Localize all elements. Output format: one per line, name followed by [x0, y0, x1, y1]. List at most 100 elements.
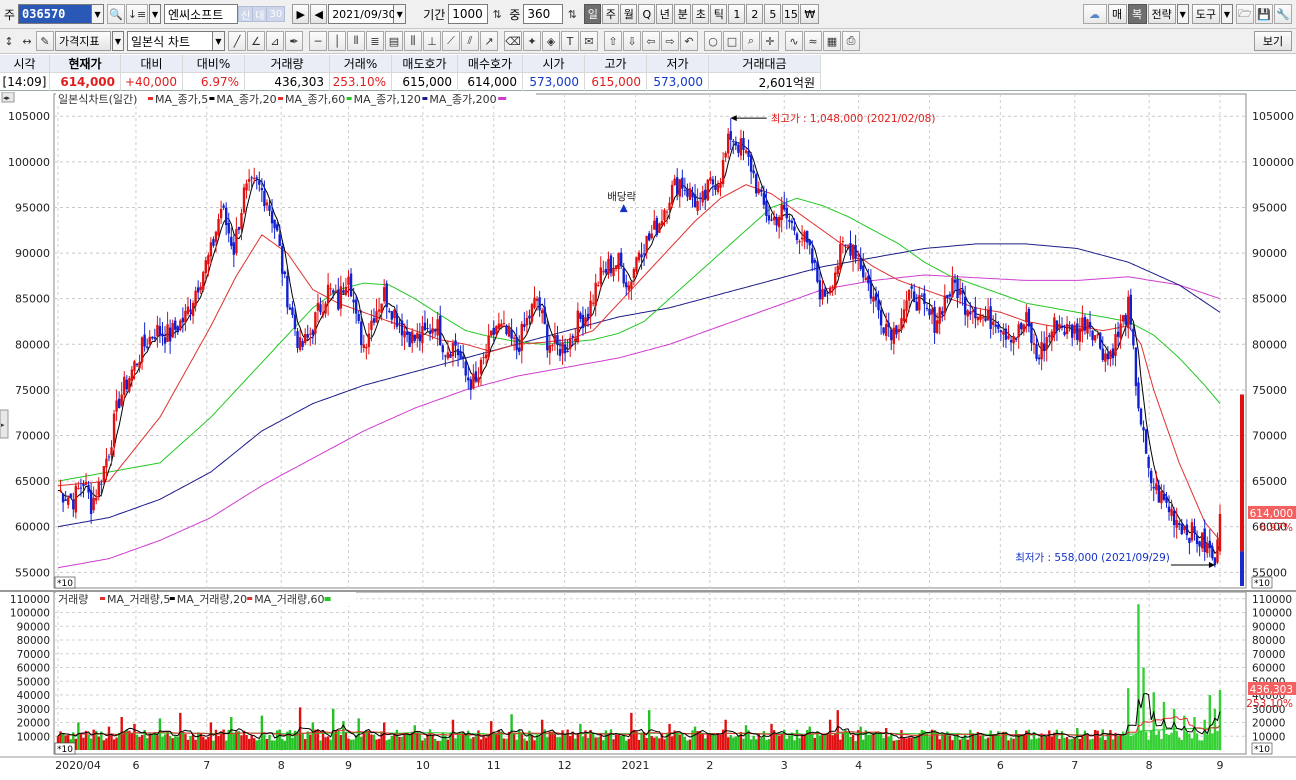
high-label: 고가 — [585, 55, 647, 73]
volume-bar — [966, 739, 969, 750]
sort-icon[interactable]: ↓≡ — [126, 4, 149, 24]
pct-tag: 6.97% — [1260, 522, 1293, 534]
fan-tool-icon[interactable]: ⊿ — [266, 31, 284, 51]
stock-code-dropdown[interactable]: ▼ — [92, 4, 105, 24]
stock-code-input[interactable]: 036570 — [18, 4, 93, 24]
volume-bar — [999, 736, 1003, 750]
prev-play-button[interactable]: ◀ — [310, 4, 328, 24]
volume-bar — [1030, 739, 1033, 750]
volume-bar — [767, 739, 771, 750]
leftright-arrow-icon[interactable]: ↔ — [18, 31, 36, 51]
search-icon[interactable]: 🔍 — [107, 4, 126, 24]
date-dropdown[interactable]: ▼ — [394, 4, 407, 24]
gann-tool-icon[interactable]: ⊥ — [423, 31, 441, 51]
trend-tool-icon[interactable]: ⟋ — [442, 31, 460, 51]
up-icon[interactable]: ⇧ — [604, 31, 622, 51]
tools-button[interactable]: 도구 — [1191, 4, 1220, 24]
tools-dropdown[interactable]: ▼ — [1221, 4, 1233, 24]
period-stepper-icon[interactable]: ⇅ — [488, 4, 506, 24]
candle-body — [1170, 508, 1173, 516]
stock-name-field[interactable]: 엔씨소프트 — [164, 4, 239, 24]
period-button-2[interactable]: 월 — [620, 4, 638, 24]
period-button-1[interactable]: 주 — [602, 4, 620, 24]
period-button-9[interactable]: 2 — [746, 4, 764, 24]
back-icon[interactable]: ⇦ — [642, 31, 660, 51]
candle-body — [1053, 317, 1056, 336]
chart-icon[interactable]: ▦ — [823, 31, 841, 51]
view-button[interactable]: 보기 — [1254, 31, 1292, 51]
period-button-10[interactable]: 5 — [764, 4, 782, 24]
chart-area[interactable]: 105000 100000 95000 90000 85000 80000 75000 700… — [0, 91, 1296, 777]
date-input[interactable]: 2021/09/30 — [328, 4, 396, 24]
period-button-0[interactable]: 일 — [584, 4, 602, 24]
forward-icon[interactable]: ⇨ — [661, 31, 679, 51]
period-button-8[interactable]: 1 — [728, 4, 746, 24]
hline-tool-icon[interactable]: ─ — [309, 31, 327, 51]
count-input[interactable]: 360 — [523, 4, 564, 24]
volume-bar — [1183, 715, 1186, 750]
zoom-icon[interactable]: ⌕ — [742, 31, 760, 51]
line-tool-icon[interactable]: ╱ — [228, 31, 246, 51]
print-icon[interactable]: ⎙ — [842, 31, 860, 51]
arrow-tool-icon[interactable]: ↗ — [480, 31, 498, 51]
chart-type-dropdown[interactable]: ▼ — [112, 31, 124, 51]
candle-type-select[interactable]: 일본식 차트 — [127, 31, 213, 51]
rect-tool-icon[interactable]: □ — [723, 31, 741, 51]
chart-type-select[interactable]: 가격지표 — [55, 31, 111, 51]
cycle-tool-icon[interactable]: ⫼ — [404, 31, 422, 51]
angle-tool-icon[interactable]: ∠ — [247, 31, 265, 51]
volume-bar — [263, 734, 266, 750]
next-play-button[interactable]: ▶ — [292, 4, 310, 24]
candle-body — [1165, 496, 1168, 503]
period-button-3[interactable]: Q — [638, 4, 656, 24]
copy-button[interactable]: 복 — [1127, 4, 1147, 24]
period-button-6[interactable]: 초 — [692, 4, 710, 24]
high-annotation: 최고가 : 1,048,000 (2021/02/08) — [771, 113, 936, 125]
down-icon[interactable]: ⇩ — [623, 31, 641, 51]
fill-tool-icon[interactable]: ◈ — [542, 31, 560, 51]
circle-tool-icon[interactable]: ○ — [704, 31, 722, 51]
volume-bar — [166, 731, 169, 750]
save-icon[interactable]: 💾 — [1255, 4, 1273, 24]
volume-bar — [910, 737, 913, 750]
undo-icon[interactable]: ↶ — [680, 31, 698, 51]
candle-type-dropdown[interactable]: ▼ — [213, 31, 225, 51]
settings-icon[interactable]: 🔧 — [1274, 4, 1292, 24]
magic-tool-icon[interactable]: ✦ — [523, 31, 541, 51]
wave2-tool-icon[interactable]: ≈ — [804, 31, 822, 51]
period-button-7[interactable]: 틱 — [710, 4, 728, 24]
price-volume-chart[interactable]: 105000 100000 95000 90000 85000 80000 75000 700… — [0, 91, 1296, 777]
grid-tool-icon[interactable]: ▤ — [385, 31, 403, 51]
eraser-tool-icon[interactable]: ⌫ — [504, 31, 522, 51]
buy-button[interactable]: 매 — [1107, 4, 1127, 24]
cloud-icon[interactable]: ☁ — [1082, 4, 1107, 24]
strategy-dropdown[interactable]: ▼ — [1176, 4, 1189, 24]
vline-tool-icon[interactable]: │ — [328, 31, 346, 51]
edit-icon[interactable]: ✎ — [36, 31, 54, 51]
volume-bar — [724, 719, 727, 750]
candle-body — [576, 310, 580, 343]
strategy-button[interactable]: 전략 — [1147, 4, 1176, 24]
candle-body — [1175, 519, 1178, 528]
updown-arrow-icon[interactable]: ↕ — [0, 31, 18, 51]
period-button-11[interactable]: 15 — [782, 4, 800, 24]
period-button-12[interactable]: ₩ — [800, 4, 820, 24]
volume-bar — [181, 731, 185, 750]
note-tool-icon[interactable]: ✉ — [580, 31, 598, 51]
candle-body — [986, 309, 990, 321]
volume-bar — [1213, 708, 1217, 750]
pen-tool-icon[interactable]: ✒ — [285, 31, 303, 51]
parallel-tool-icon[interactable]: ⫽ — [461, 31, 479, 51]
folder-icon[interactable]: 🗁 — [1236, 4, 1254, 24]
volume-bar — [716, 733, 720, 750]
sort-dropdown[interactable]: ▼ — [149, 4, 162, 24]
wave-tool-icon[interactable]: ∿ — [785, 31, 803, 51]
period-input[interactable]: 1000 — [448, 4, 489, 24]
period-button-5[interactable]: 분 — [674, 4, 692, 24]
channel-tool-icon[interactable]: ⫴ — [347, 31, 365, 51]
fibo-tool-icon[interactable]: ≣ — [366, 31, 384, 51]
text-tool-icon[interactable]: T — [561, 31, 579, 51]
crosshair-icon[interactable]: ✛ — [761, 31, 779, 51]
period-button-4[interactable]: 년 — [656, 4, 674, 24]
count-stepper-icon[interactable]: ⇅ — [563, 4, 581, 24]
